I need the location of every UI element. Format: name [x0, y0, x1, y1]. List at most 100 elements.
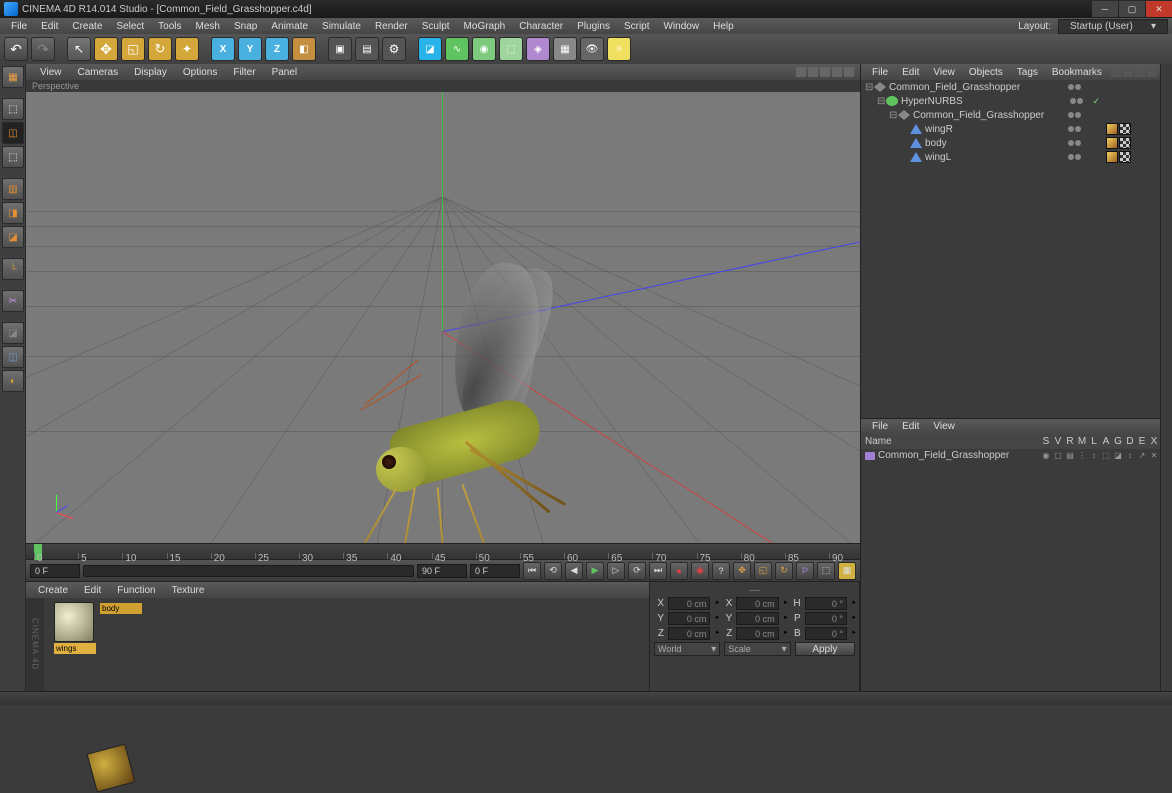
view-nav-icon[interactable]: [844, 67, 854, 77]
visibility-dots[interactable]: [1070, 98, 1092, 104]
menu-window[interactable]: Window: [657, 21, 707, 32]
render-view-button[interactable]: [328, 37, 352, 61]
scale-button[interactable]: [121, 37, 145, 61]
menu-select[interactable]: Select: [109, 21, 151, 32]
viewport-solo-button[interactable]: [2, 322, 24, 344]
goto-end-button[interactable]: ⏭: [649, 562, 667, 580]
make-editable-button[interactable]: [2, 66, 24, 88]
viewmenu-filter[interactable]: Filter: [225, 67, 263, 78]
key-pos-button[interactable]: ✥: [733, 562, 751, 580]
key-rot-button[interactable]: ↻: [775, 562, 793, 580]
viewmenu-options[interactable]: Options: [175, 67, 225, 78]
goto-start-button[interactable]: ⏮: [523, 562, 541, 580]
rotate-button[interactable]: [148, 37, 172, 61]
locked-workplane-button[interactable]: [2, 370, 24, 392]
enable-check-icon[interactable]: [1092, 96, 1100, 107]
add-camera-button[interactable]: [580, 37, 604, 61]
close-button[interactable]: ✕: [1146, 1, 1172, 17]
coord-input[interactable]: 0 °: [805, 612, 847, 625]
edge-mode-button[interactable]: [2, 202, 24, 224]
view-nav-icon[interactable]: [808, 67, 818, 77]
attrmenu-view[interactable]: View: [926, 421, 962, 432]
menu-mograph[interactable]: MoGraph: [457, 21, 513, 32]
point-mode-button[interactable]: [2, 178, 24, 200]
objmenu-file[interactable]: File: [865, 67, 895, 78]
objmenu-objects[interactable]: Objects: [962, 67, 1010, 78]
menu-animate[interactable]: Animate: [264, 21, 315, 32]
coord-system-button[interactable]: [292, 37, 316, 61]
render-picture-viewer-button[interactable]: [355, 37, 379, 61]
objmenu-edit[interactable]: Edit: [895, 67, 926, 78]
view-nav-icon[interactable]: [820, 67, 830, 77]
menu-simulate[interactable]: Simulate: [315, 21, 368, 32]
menu-create[interactable]: Create: [65, 21, 109, 32]
keyframe-sel-button[interactable]: ?: [712, 562, 730, 580]
coord-input[interactable]: 0 cm: [668, 612, 710, 625]
next-frame-button[interactable]: ▷: [607, 562, 625, 580]
record-button[interactable]: ●: [670, 562, 688, 580]
material-item[interactable]: body: [100, 602, 142, 687]
texture-mode-button[interactable]: [2, 122, 24, 144]
key-param-button[interactable]: P: [796, 562, 814, 580]
matmenu-create[interactable]: Create: [30, 585, 76, 596]
attrmenu-file[interactable]: File: [865, 421, 895, 432]
menu-tools[interactable]: Tools: [151, 21, 188, 32]
tree-row[interactable]: wingL: [861, 150, 1160, 164]
tree-row[interactable]: ⊟Common_Field_Grasshopper: [861, 80, 1160, 94]
add-light-button[interactable]: [607, 37, 631, 61]
viewmenu-panel[interactable]: Panel: [264, 67, 306, 78]
z-axis-lock-button[interactable]: [265, 37, 289, 61]
tweak-button[interactable]: [2, 290, 24, 312]
x-axis-lock-button[interactable]: [211, 37, 235, 61]
play-button[interactable]: ▶: [586, 562, 604, 580]
coord-scale-dropdown[interactable]: Scale▾: [724, 642, 790, 656]
visibility-dots[interactable]: [1068, 112, 1090, 118]
prev-key-button[interactable]: ⟲: [544, 562, 562, 580]
enable-axis-button[interactable]: [2, 258, 24, 280]
maximize-button[interactable]: ▢: [1119, 1, 1145, 17]
move-button[interactable]: [94, 37, 118, 61]
menu-script[interactable]: Script: [617, 21, 657, 32]
layout-icon[interactable]: [1147, 67, 1157, 77]
matmenu-function[interactable]: Function: [109, 585, 163, 596]
menu-file[interactable]: File: [4, 21, 34, 32]
tag-icon[interactable]: [1119, 137, 1131, 149]
menu-mesh[interactable]: Mesh: [189, 21, 227, 32]
layout-dropdown[interactable]: Startup (User)▾: [1058, 19, 1168, 34]
apply-button[interactable]: Apply: [795, 642, 855, 656]
viewmenu-cameras[interactable]: Cameras: [70, 67, 127, 78]
frame-start-input[interactable]: 0 F: [30, 564, 80, 578]
visibility-dots[interactable]: [1068, 140, 1090, 146]
view-nav-icon[interactable]: [796, 67, 806, 77]
add-deformer-button[interactable]: [526, 37, 550, 61]
coord-mode-dropdown[interactable]: World▾: [654, 642, 720, 656]
view-icon[interactable]: [1123, 67, 1133, 77]
tag-icon[interactable]: [1119, 151, 1131, 163]
viewmenu-display[interactable]: Display: [126, 67, 175, 78]
coord-input[interactable]: 0 cm: [736, 612, 778, 625]
autokey-button[interactable]: ◉: [691, 562, 709, 580]
menu-sculpt[interactable]: Sculpt: [415, 21, 457, 32]
menu-snap[interactable]: Snap: [227, 21, 264, 32]
add-array-button[interactable]: [499, 37, 523, 61]
matmenu-edit[interactable]: Edit: [76, 585, 109, 596]
coord-input[interactable]: 0 cm: [668, 597, 710, 610]
tag-icon[interactable]: [1106, 151, 1118, 163]
menu-edit[interactable]: Edit: [34, 21, 65, 32]
matmenu-texture[interactable]: Texture: [164, 585, 213, 596]
objmenu-tags[interactable]: Tags: [1010, 67, 1045, 78]
material-item[interactable]: wings: [54, 602, 96, 687]
prev-frame-button[interactable]: ◀: [565, 562, 583, 580]
key-pla-button[interactable]: ⬚: [817, 562, 835, 580]
minimize-button[interactable]: ─: [1092, 1, 1118, 17]
tree-toggle[interactable]: ⊟: [865, 82, 874, 93]
render-settings-button[interactable]: [382, 37, 406, 61]
add-primitive-button[interactable]: [418, 37, 442, 61]
redo-button[interactable]: [31, 37, 55, 61]
tree-toggle[interactable]: ⊟: [877, 96, 886, 107]
menu-help[interactable]: Help: [706, 21, 741, 32]
visibility-dots[interactable]: [1068, 154, 1090, 160]
tree-row[interactable]: wingR: [861, 122, 1160, 136]
add-nurbs-button[interactable]: [472, 37, 496, 61]
timeline-button[interactable]: ▦: [838, 562, 856, 580]
